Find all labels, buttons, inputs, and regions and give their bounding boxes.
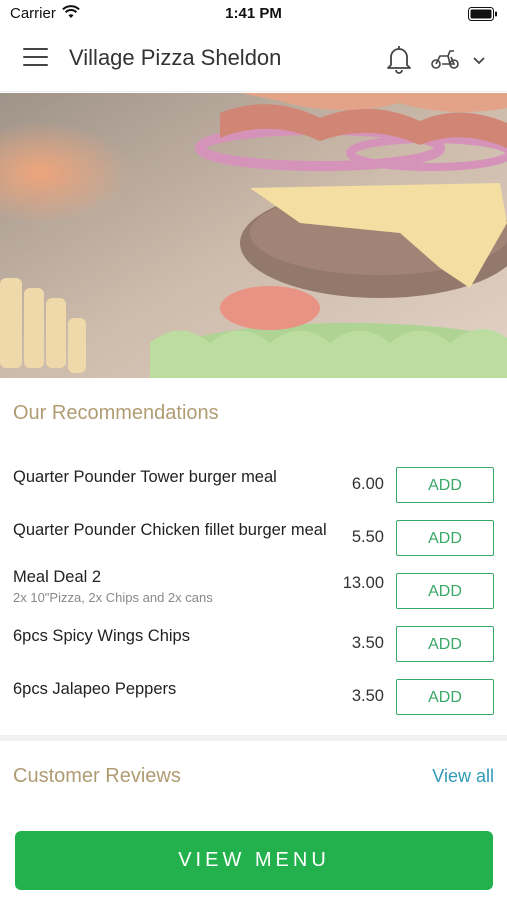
- list-item: Meal Deal 2 2x 10"Pizza, 2x Chips and 2x…: [0, 564, 507, 617]
- bell-icon[interactable]: [385, 44, 413, 79]
- add-button[interactable]: ADD: [396, 467, 494, 503]
- add-button[interactable]: ADD: [396, 573, 494, 609]
- item-price: 3.50: [351, 687, 384, 705]
- page-title: Village Pizza Sheldon: [69, 45, 282, 70]
- view-menu-button[interactable]: VIEW MENU: [15, 831, 493, 890]
- view-all-link[interactable]: View all: [432, 766, 494, 787]
- add-button[interactable]: ADD: [396, 679, 494, 715]
- section-divider: [0, 735, 507, 741]
- status-time: 1:41 PM: [225, 5, 282, 22]
- item-price: 6.00: [351, 475, 384, 493]
- battery-icon: [468, 7, 498, 26]
- list-item: Quarter Pounder Chicken fillet burger me…: [0, 511, 507, 564]
- add-button[interactable]: ADD: [396, 626, 494, 662]
- chevron-down-icon[interactable]: [472, 53, 486, 71]
- item-name: Meal Deal 2: [13, 568, 102, 586]
- list-item: Quarter Pounder Tower burger meal 6.00 A…: [0, 458, 507, 511]
- menu-icon[interactable]: [23, 48, 48, 70]
- delivery-scooter-icon[interactable]: [430, 48, 460, 75]
- item-price: 5.50: [351, 528, 384, 546]
- reviews-title: Customer Reviews: [13, 765, 181, 787]
- item-name: Quarter Pounder Tower burger meal: [13, 468, 277, 486]
- add-button[interactable]: ADD: [396, 520, 494, 556]
- item-name: 6pcs Jalapeo Peppers: [13, 680, 177, 698]
- item-description: 2x 10"Pizza, 2x Chips and 2x cans: [13, 590, 213, 605]
- list-item: 6pcs Spicy Wings Chips 3.50 ADD: [0, 617, 507, 670]
- recommendations-title: Our Recommendations: [13, 402, 219, 424]
- status-bar: Carrier 1:41 PM: [0, 0, 507, 28]
- hero-image: [0, 93, 507, 378]
- item-name: 6pcs Spicy Wings Chips: [13, 627, 190, 645]
- list-item: 6pcs Jalapeo Peppers 3.50 ADD: [0, 670, 507, 723]
- recommendations-list: Quarter Pounder Tower burger meal 6.00 A…: [0, 458, 507, 723]
- app-header: Village Pizza Sheldon: [0, 28, 507, 92]
- item-price: 13.00: [342, 574, 384, 592]
- item-price: 3.50: [351, 634, 384, 652]
- item-name: Quarter Pounder Chicken fillet burger me…: [13, 521, 327, 539]
